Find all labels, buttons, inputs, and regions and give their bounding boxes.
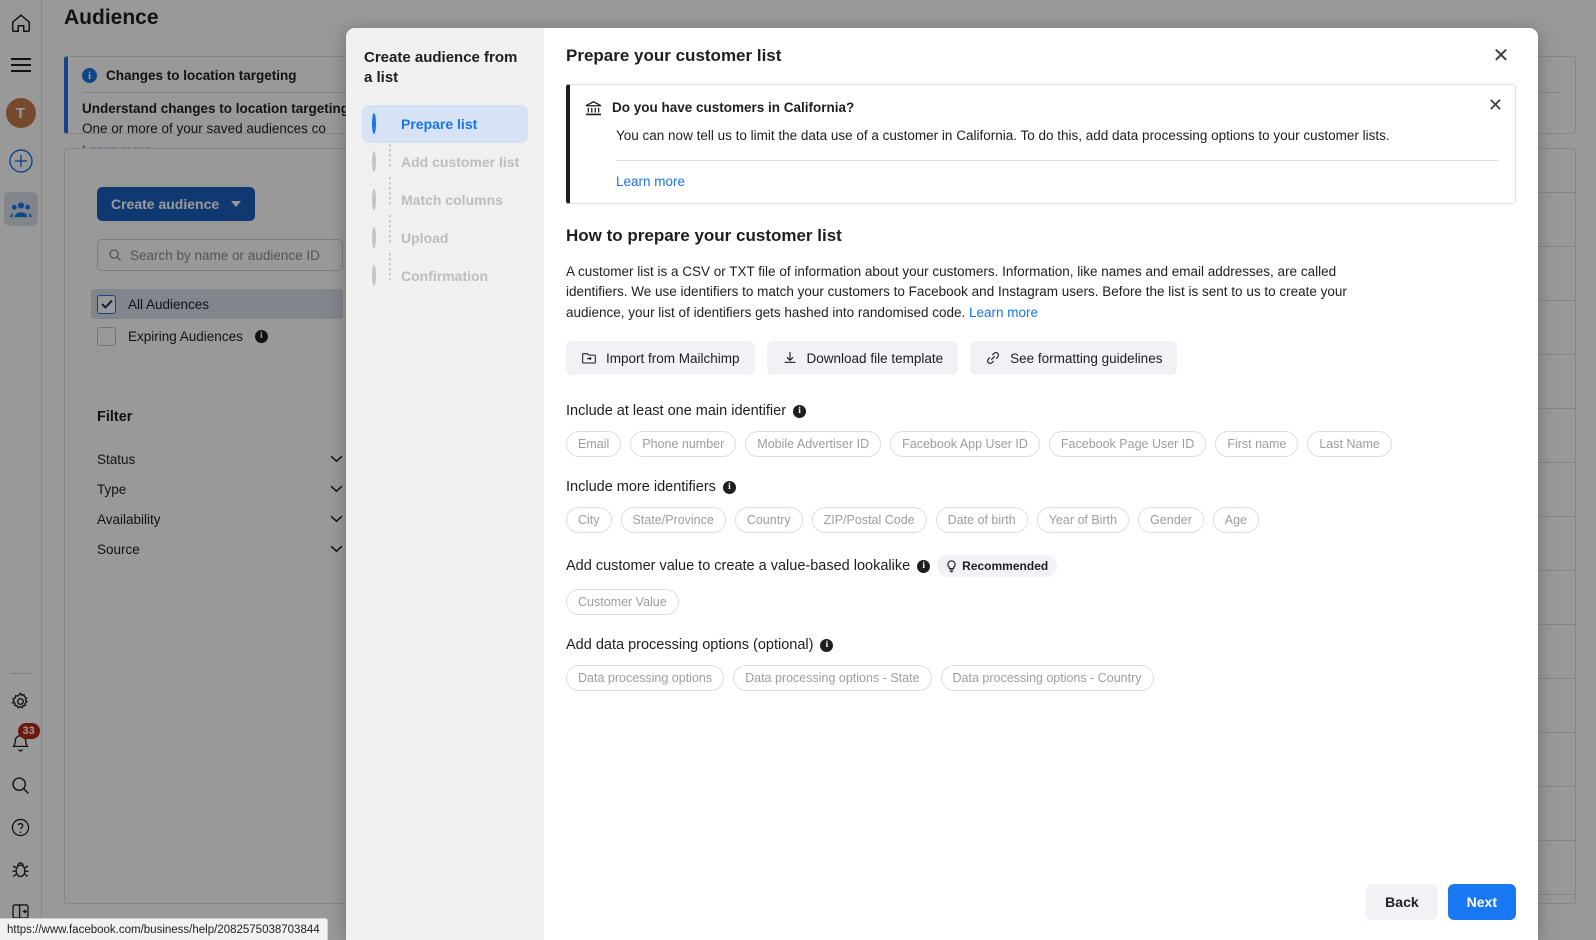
action-button-row: Import from Mailchimp Download file temp… bbox=[566, 341, 1516, 376]
step-pending-icon bbox=[372, 227, 389, 248]
modal-sidebar-title: Create audience from a list bbox=[364, 49, 518, 87]
step-label: Upload bbox=[401, 229, 449, 246]
chip: Country bbox=[734, 507, 803, 534]
modal-footer: Back Next bbox=[544, 864, 1538, 940]
step-match-columns[interactable]: Match columns bbox=[362, 181, 528, 219]
california-banner: Do you have customers in California? You… bbox=[566, 84, 1516, 204]
button-label: Import from Mailchimp bbox=[606, 350, 740, 366]
download-icon bbox=[784, 352, 795, 364]
back-button[interactable]: Back bbox=[1366, 884, 1438, 920]
chip: Email bbox=[566, 431, 622, 458]
chip: Customer Value bbox=[566, 589, 679, 616]
download-file-template-button[interactable]: Download file template bbox=[766, 341, 959, 376]
group-label-text: Include more identifiers bbox=[566, 479, 716, 496]
recommended-badge: Recommended bbox=[937, 555, 1058, 578]
bank-icon bbox=[585, 101, 602, 116]
info-icon[interactable]: i bbox=[793, 404, 807, 418]
chip: Data processing options - Country bbox=[940, 665, 1154, 692]
chip: Last Name bbox=[1307, 431, 1392, 458]
import-from-mailchimp-button[interactable]: Import from Mailchimp bbox=[566, 341, 755, 376]
how-to-paragraph: A customer list is a CSV or TXT file of … bbox=[566, 262, 1396, 324]
folder-import-icon bbox=[582, 353, 596, 364]
button-label: See formatting guidelines bbox=[1010, 350, 1163, 366]
paragraph-text: A customer list is a CSV or TXT file of … bbox=[566, 263, 1347, 320]
info-icon[interactable]: i bbox=[722, 480, 736, 494]
chip: Data processing options bbox=[566, 665, 725, 692]
info-icon[interactable]: i bbox=[820, 638, 834, 652]
step-list: Prepare list Add customer list Match col… bbox=[362, 104, 528, 295]
step-prepare-list[interactable]: Prepare list bbox=[362, 104, 528, 143]
more-identifier-chips: City State/Province Country ZIP/Postal C… bbox=[566, 507, 1516, 534]
step-add-customer-list[interactable]: Add customer list bbox=[362, 143, 528, 181]
step-label: Confirmation bbox=[401, 267, 489, 284]
chip: Age bbox=[1212, 507, 1260, 534]
modal-header: Prepare your customer list ✕ bbox=[544, 28, 1538, 84]
step-pending-icon bbox=[372, 265, 389, 286]
group-label-text: Add data processing options (optional) bbox=[566, 637, 814, 654]
step-label: Add customer list bbox=[401, 153, 520, 170]
see-formatting-guidelines-button[interactable]: See formatting guidelines bbox=[970, 341, 1178, 376]
step-upload[interactable]: Upload bbox=[362, 219, 528, 257]
chip: Gender bbox=[1138, 507, 1204, 534]
data-processing-label: Add data processing options (optional) i bbox=[566, 637, 1516, 653]
how-to-heading: How to prepare your customer list bbox=[566, 225, 842, 245]
chip: Year of Birth bbox=[1036, 507, 1130, 534]
modal-body: Do you have customers in California? You… bbox=[544, 84, 1538, 692]
step-label: Prepare list bbox=[401, 115, 478, 132]
divider bbox=[616, 159, 1499, 161]
step-pending-icon bbox=[372, 151, 389, 172]
modal-content: Prepare your customer list ✕ Do you have… bbox=[544, 28, 1538, 940]
main-identifier-chips: Email Phone number Mobile Advertiser ID … bbox=[566, 431, 1516, 458]
step-label: Match columns bbox=[401, 191, 503, 208]
step-confirmation[interactable]: Confirmation bbox=[362, 257, 528, 295]
paragraph-learn-more-link[interactable]: Learn more bbox=[969, 305, 1038, 320]
info-icon[interactable]: i bbox=[917, 559, 931, 573]
chip: Facebook Page User ID bbox=[1048, 431, 1207, 458]
california-banner-title: Do you have customers in California? bbox=[612, 100, 855, 115]
chip: ZIP/Postal Code bbox=[811, 507, 927, 534]
group-label-text: Add customer value to create a value-bas… bbox=[566, 558, 911, 575]
chip: Data processing options - State bbox=[733, 665, 932, 692]
badge-label: Recommended bbox=[962, 559, 1049, 574]
chip: First name bbox=[1215, 431, 1299, 458]
chip: Mobile Advertiser ID bbox=[745, 431, 882, 458]
chip: Date of birth bbox=[935, 507, 1028, 534]
step-active-icon bbox=[372, 113, 389, 134]
california-learn-more-link[interactable]: Learn more bbox=[616, 174, 1499, 189]
step-pending-icon bbox=[372, 189, 389, 210]
modal-step-sidebar: Create audience from a list Prepare list… bbox=[346, 28, 544, 940]
link-icon bbox=[987, 352, 1000, 365]
chip: Facebook App User ID bbox=[890, 431, 1040, 458]
close-icon[interactable]: ✕ bbox=[1486, 41, 1516, 71]
button-label: Download file template bbox=[806, 350, 944, 366]
chip: State/Province bbox=[620, 507, 726, 534]
close-icon[interactable]: ✕ bbox=[1488, 96, 1503, 114]
create-audience-modal: Create audience from a list Prepare list… bbox=[346, 28, 1538, 940]
california-banner-text: You can now tell us to limit the data us… bbox=[616, 128, 1390, 143]
next-button[interactable]: Next bbox=[1447, 884, 1516, 920]
modal-title: Prepare your customer list bbox=[566, 46, 782, 65]
customer-value-label: Add customer value to create a value-bas… bbox=[566, 555, 1516, 578]
lightbulb-icon bbox=[947, 559, 956, 572]
chip: Phone number bbox=[630, 431, 737, 458]
status-bar-url: https://www.facebook.com/business/help/2… bbox=[0, 918, 328, 940]
more-identifiers-label: Include more identifiers i bbox=[566, 479, 1516, 495]
data-processing-chips: Data processing options Data processing … bbox=[566, 665, 1516, 692]
main-identifier-label: Include at least one main identifier i bbox=[566, 403, 1516, 419]
customer-value-chips: Customer Value bbox=[566, 589, 1516, 616]
group-label-text: Include at least one main identifier bbox=[566, 403, 787, 420]
chip: City bbox=[566, 507, 612, 534]
